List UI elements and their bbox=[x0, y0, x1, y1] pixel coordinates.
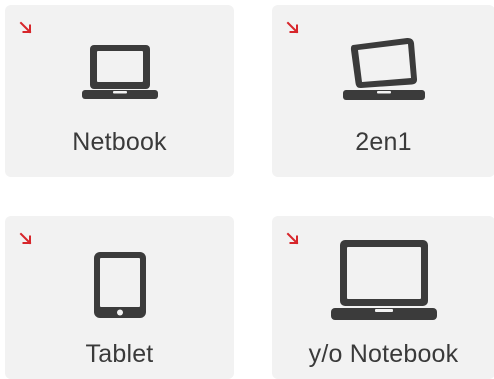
notebook-icon bbox=[330, 240, 437, 320]
arrow-down-right-icon bbox=[19, 232, 32, 245]
arrow-down-right-icon bbox=[286, 21, 299, 34]
device-category-grid: Netbook 2en1 Tablet y/o Notebook bbox=[0, 0, 494, 379]
netbook-icon bbox=[81, 45, 158, 99]
notebook-label: y/o Notebook bbox=[308, 340, 459, 368]
two-in-one-card[interactable]: 2en1 bbox=[272, 5, 494, 177]
two-in-one-icon bbox=[342, 37, 425, 100]
tablet-icon bbox=[93, 252, 146, 318]
tablet-label: Tablet bbox=[85, 340, 154, 368]
tablet-card[interactable]: Tablet bbox=[5, 216, 234, 379]
notebook-card[interactable]: y/o Notebook bbox=[272, 216, 494, 379]
two-in-one-label: 2en1 bbox=[355, 128, 412, 156]
netbook-label: Netbook bbox=[72, 128, 167, 156]
netbook-card[interactable]: Netbook bbox=[5, 5, 234, 177]
arrow-down-right-icon bbox=[286, 232, 299, 245]
arrow-down-right-icon bbox=[19, 21, 32, 34]
